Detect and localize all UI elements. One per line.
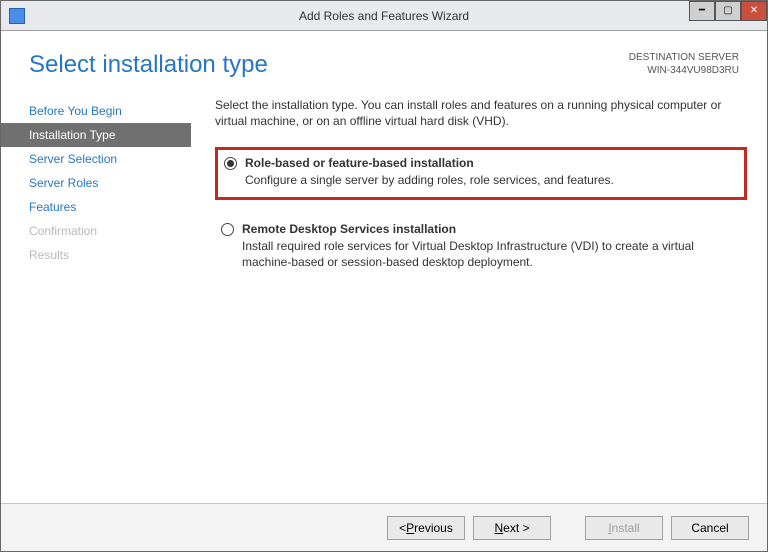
destination-server-name: WIN-344VU98D3RU (629, 64, 739, 77)
destination-label: DESTINATION SERVER (629, 51, 739, 64)
sidebar-item-results: Results (1, 243, 191, 267)
sidebar: Before You Begin Installation Type Serve… (1, 91, 191, 475)
option-role-based-text: Role-based or feature-based installation… (245, 156, 614, 188)
radio-role-based[interactable] (224, 157, 237, 170)
close-button[interactable]: ✕ (741, 1, 767, 21)
sidebar-item-before-you-begin[interactable]: Before You Begin (1, 99, 191, 123)
option-role-based-title: Role-based or feature-based installation (245, 156, 614, 170)
option-remote-desktop-title: Remote Desktop Services installation (242, 222, 737, 236)
sidebar-item-server-roles[interactable]: Server Roles (1, 171, 191, 195)
install-button: Install (585, 516, 663, 540)
sidebar-item-server-selection[interactable]: Server Selection (1, 147, 191, 171)
option-remote-desktop[interactable]: Remote Desktop Services installation Ins… (215, 216, 747, 278)
sidebar-item-features[interactable]: Features (1, 195, 191, 219)
sidebar-item-confirmation: Confirmation (1, 219, 191, 243)
option-remote-desktop-desc: Install required role services for Virtu… (242, 236, 737, 270)
installation-type-options: Role-based or feature-based installation… (215, 147, 747, 278)
intro-text: Select the installation type. You can in… (215, 97, 747, 129)
page-title: Select installation type (29, 51, 268, 79)
cancel-button[interactable]: Cancel (671, 516, 749, 540)
titlebar: Add Roles and Features Wizard ━ ▢ ✕ (1, 1, 767, 31)
maximize-button[interactable]: ▢ (715, 1, 741, 21)
previous-button[interactable]: < Previous (387, 516, 465, 540)
radio-remote-desktop[interactable] (221, 223, 234, 236)
window-controls: ━ ▢ ✕ (689, 1, 767, 21)
option-role-based-desc: Configure a single server by adding role… (245, 170, 614, 188)
minimize-button[interactable]: ━ (689, 1, 715, 21)
body: Before You Begin Installation Type Serve… (1, 91, 767, 475)
app-icon (9, 8, 25, 24)
option-role-based[interactable]: Role-based or feature-based installation… (215, 147, 747, 199)
header: Select installation type DESTINATION SER… (1, 31, 767, 91)
destination-server-block: DESTINATION SERVER WIN-344VU98D3RU (629, 51, 739, 77)
option-remote-desktop-text: Remote Desktop Services installation Ins… (242, 222, 737, 270)
main-content: Select the installation type. You can in… (191, 91, 755, 475)
footer: < Previous Next > Install Cancel (1, 503, 767, 551)
window-title: Add Roles and Features Wizard (299, 9, 469, 23)
next-button[interactable]: Next > (473, 516, 551, 540)
sidebar-item-installation-type[interactable]: Installation Type (1, 123, 191, 147)
